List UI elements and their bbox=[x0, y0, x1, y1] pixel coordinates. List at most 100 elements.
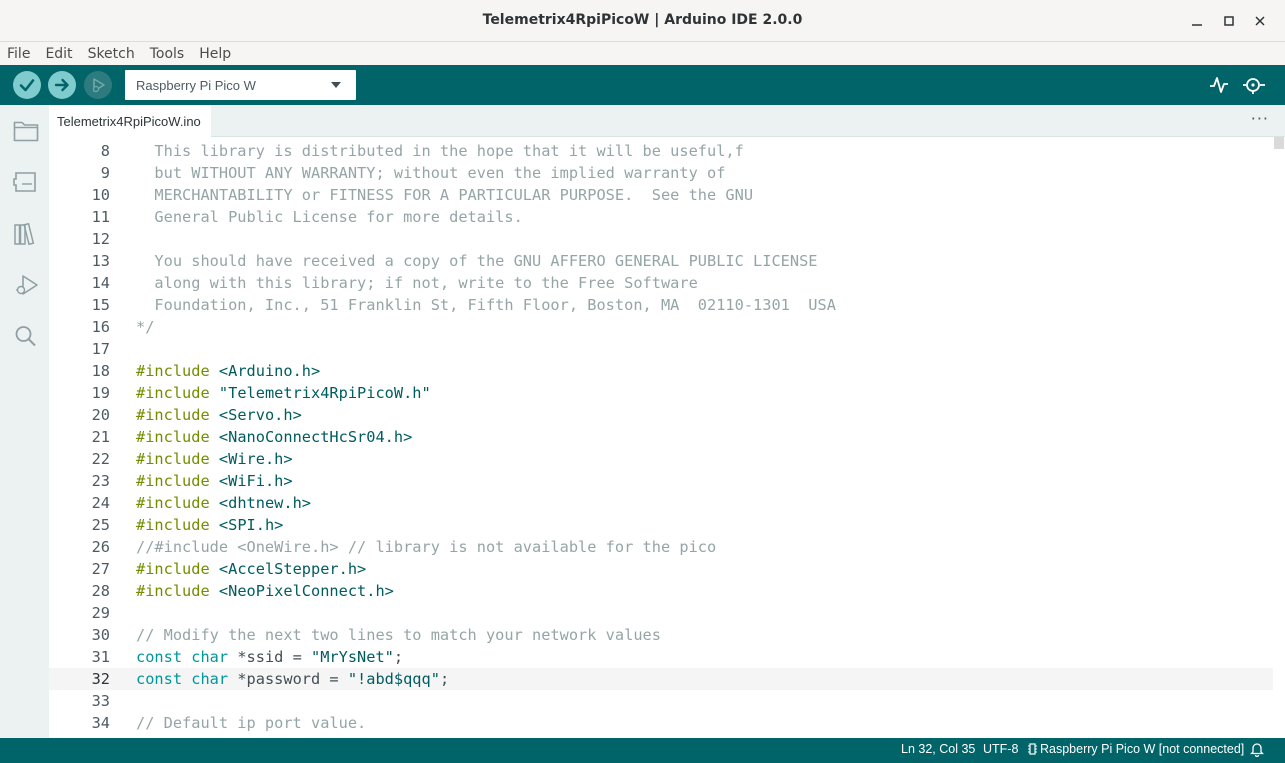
maximize-button[interactable] bbox=[1219, 11, 1239, 31]
code-line[interactable]: 12 bbox=[49, 228, 1273, 250]
scrollbar-thumb[interactable] bbox=[1274, 137, 1284, 149]
identifier-token: *ssid = bbox=[228, 648, 311, 666]
punctuation-token: ; bbox=[439, 670, 450, 688]
code-line[interactable]: 25 #include <SPI.h> bbox=[49, 514, 1273, 536]
menu-help[interactable]: Help bbox=[199, 46, 231, 62]
preprocessor-token: #include bbox=[136, 406, 210, 424]
code-line[interactable]: 26 //#include <OneWire.h> // library is n… bbox=[49, 536, 1273, 558]
preprocessor-token: #include bbox=[136, 516, 210, 534]
comment-token: This library is distributed in the hope … bbox=[136, 142, 744, 160]
code-line[interactable]: 8 This library is distributed in the hop… bbox=[49, 140, 1273, 162]
preprocessor-token: #include bbox=[136, 450, 210, 468]
chevron-down-icon bbox=[331, 82, 341, 88]
minimize-icon bbox=[1192, 24, 1202, 26]
code-lines: 8 This library is distributed in the hop… bbox=[49, 140, 1273, 734]
include-header-token: <Arduino.h> bbox=[209, 362, 321, 380]
menu-tools[interactable]: Tools bbox=[150, 46, 185, 62]
serial-plotter-button[interactable] bbox=[1207, 73, 1231, 97]
debug-panel-button[interactable] bbox=[12, 271, 40, 299]
code-line[interactable]: 10 MERCHANTABILITY or FITNESS FOR A PART… bbox=[49, 184, 1273, 206]
code-line[interactable]: 13 You should have received a copy of th… bbox=[49, 250, 1273, 272]
plotter-icon bbox=[1210, 77, 1228, 93]
code-line[interactable]: 16 */ bbox=[49, 316, 1273, 338]
line-code: MERCHANTABILITY or FITNESS FOR A PARTICU… bbox=[136, 184, 753, 206]
line-number: 8 bbox=[100, 142, 110, 160]
search-button[interactable] bbox=[12, 322, 40, 350]
debug-icon bbox=[92, 78, 105, 93]
code-line[interactable]: 27 #include <AccelStepper.h> bbox=[49, 558, 1273, 580]
include-header-token: <NeoPixelConnect.h> bbox=[209, 582, 394, 600]
menu-edit[interactable]: Edit bbox=[45, 46, 72, 62]
board-status[interactable]: Raspberry Pi Pico W [not connected] bbox=[1028, 742, 1244, 756]
code-line[interactable]: 22 #include <Wire.h> bbox=[49, 448, 1273, 470]
line-code: #include <Servo.h> bbox=[136, 404, 302, 426]
title-bar: Telemetrix4RpiPicoW | Arduino IDE 2.0.0 bbox=[0, 0, 1285, 42]
menu-sketch[interactable]: Sketch bbox=[88, 46, 135, 62]
library-icon bbox=[14, 222, 35, 246]
line-number: 17 bbox=[91, 340, 110, 358]
notifications-button[interactable] bbox=[1249, 741, 1265, 760]
code-line[interactable]: 33 bbox=[49, 690, 1273, 712]
code-line[interactable]: 34 // Default ip port value. bbox=[49, 712, 1273, 734]
line-code: General Public License for more details. bbox=[136, 206, 522, 228]
preprocessor-token: #include bbox=[136, 494, 210, 512]
preprocessor-token: #include bbox=[136, 472, 210, 490]
line-number: 11 bbox=[91, 208, 110, 226]
cursor-position[interactable]: Ln 32, Col 35 bbox=[901, 742, 975, 756]
library-manager-button[interactable] bbox=[12, 220, 40, 248]
close-icon bbox=[1255, 16, 1265, 26]
comment-token: MERCHANTABILITY or FITNESS FOR A PARTICU… bbox=[136, 186, 754, 204]
preprocessor-token: #include bbox=[136, 362, 210, 380]
more-actions-button[interactable]: ··· bbox=[1251, 109, 1269, 128]
comment-token: along with this library; if not, write t… bbox=[136, 274, 698, 292]
boards-manager-button[interactable] bbox=[12, 168, 40, 196]
code-line[interactable]: 15 Foundation, Inc., 51 Franklin St, Fif… bbox=[49, 294, 1273, 316]
line-number: 13 bbox=[91, 252, 110, 270]
code-line[interactable]: 29 bbox=[49, 602, 1273, 624]
code-line[interactable]: 21 #include <NanoConnectHcSr04.h> bbox=[49, 426, 1273, 448]
verify-button[interactable] bbox=[13, 71, 41, 99]
minimize-button[interactable] bbox=[1187, 11, 1207, 31]
code-line[interactable]: 20 #include <Servo.h> bbox=[49, 404, 1273, 426]
code-line[interactable]: 23 #include <WiFi.h> bbox=[49, 470, 1273, 492]
code-line[interactable]: 9 but WITHOUT ANY WARRANTY; without even… bbox=[49, 162, 1273, 184]
line-code: #include <SPI.h> bbox=[136, 514, 283, 536]
line-number: 34 bbox=[91, 714, 110, 732]
code-editor[interactable]: 8 This library is distributed in the hop… bbox=[49, 137, 1273, 738]
punctuation-token: ; bbox=[393, 648, 404, 666]
line-number: 15 bbox=[91, 296, 110, 314]
tab-bar: Telemetrix4RpiPicoW.ino ··· bbox=[49, 105, 1285, 137]
menu-file[interactable]: File bbox=[7, 46, 30, 62]
line-code: along with this library; if not, write t… bbox=[136, 272, 698, 294]
sketchbook-button[interactable] bbox=[12, 117, 40, 145]
code-line[interactable]: 18 #include <Arduino.h> bbox=[49, 360, 1273, 382]
code-line[interactable]: 28 #include <NeoPixelConnect.h> bbox=[49, 580, 1273, 602]
code-line[interactable]: 30 // Modify the next two lines to match … bbox=[49, 624, 1273, 646]
preprocessor-token: #include bbox=[136, 582, 210, 600]
line-code: const char *ssid = "MrYsNet"; bbox=[136, 646, 403, 668]
line-number: 30 bbox=[91, 626, 110, 644]
close-button[interactable] bbox=[1250, 11, 1270, 31]
scrollbar-track[interactable] bbox=[1273, 137, 1285, 738]
code-line[interactable]: 31 const char *ssid = "MrYsNet"; bbox=[49, 646, 1273, 668]
comment-token: but WITHOUT ANY WARRANTY; without even t… bbox=[136, 164, 726, 182]
file-encoding[interactable]: UTF-8 bbox=[983, 742, 1018, 756]
code-line[interactable]: 14 along with this library; if not, writ… bbox=[49, 272, 1273, 294]
line-code: but WITHOUT ANY WARRANTY; without even t… bbox=[136, 162, 725, 184]
board-selector[interactable]: Raspberry Pi Pico W bbox=[125, 70, 356, 100]
line-code: #include <Arduino.h> bbox=[136, 360, 320, 382]
tab-sketch-file[interactable]: Telemetrix4RpiPicoW.ino bbox=[49, 105, 211, 137]
include-header-token: "Telemetrix4RpiPicoW.h" bbox=[209, 384, 431, 402]
arrow-right-icon bbox=[54, 78, 69, 92]
keyword-token: const char bbox=[136, 670, 229, 688]
serial-monitor-button[interactable] bbox=[1242, 73, 1266, 97]
code-line[interactable]: 19 #include "Telemetrix4RpiPicoW.h" bbox=[49, 382, 1273, 404]
code-line[interactable]: 17 bbox=[49, 338, 1273, 360]
menu-bar: File Edit Sketch Tools Help bbox=[0, 42, 1285, 65]
code-line[interactable]: 32 const char *password = "!abd$qqq"; bbox=[49, 668, 1273, 690]
toolbar: Raspberry Pi Pico W bbox=[0, 65, 1285, 105]
code-line[interactable]: 24 #include <dhtnew.h> bbox=[49, 492, 1273, 514]
upload-button[interactable] bbox=[48, 71, 76, 99]
code-line[interactable]: 11 General Public License for more detai… bbox=[49, 206, 1273, 228]
debug-button[interactable] bbox=[84, 71, 112, 99]
